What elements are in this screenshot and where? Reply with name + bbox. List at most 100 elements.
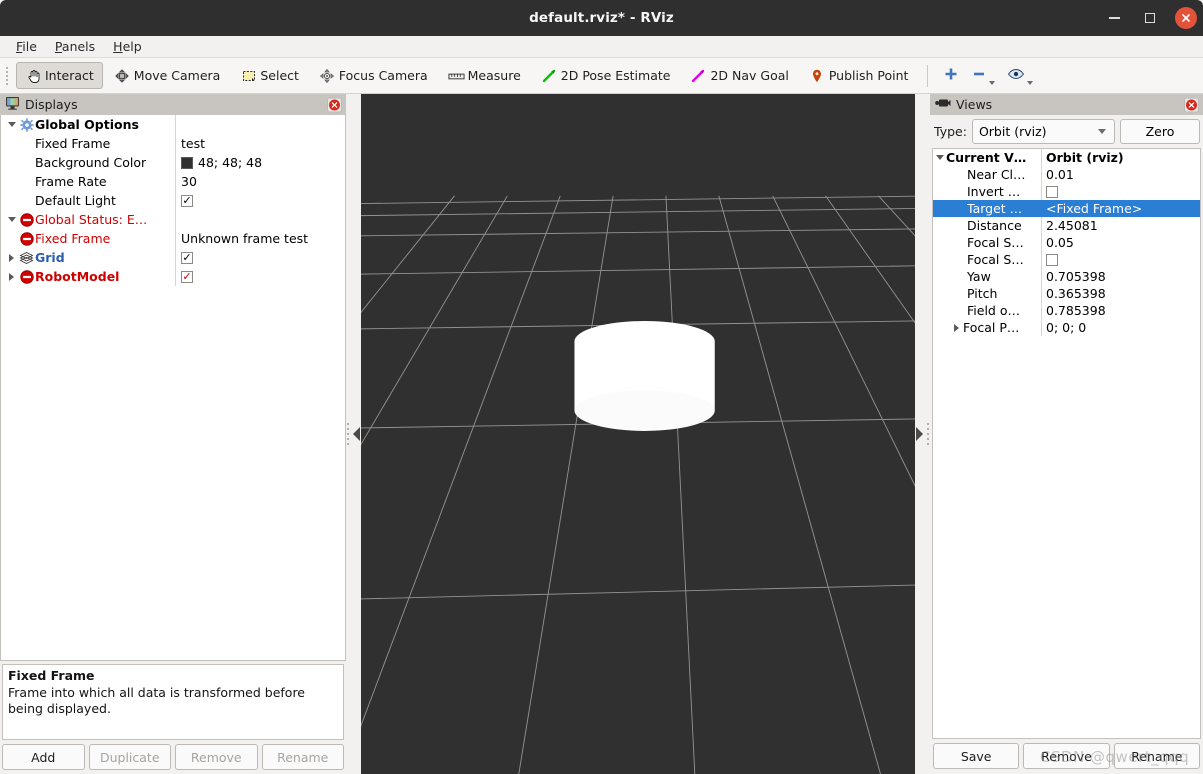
twisty-right-icon[interactable] <box>950 323 963 332</box>
collapse-left-arrow-icon[interactable] <box>353 427 360 441</box>
tool-visibility[interactable] <box>1002 62 1038 89</box>
views-type-select[interactable]: Orbit (rviz) <box>971 119 1115 144</box>
views-row-value[interactable]: 0.01 <box>1046 167 1074 182</box>
toolbar-grip[interactable] <box>4 65 11 87</box>
views-row-target-frame[interactable]: Target … <Fixed Frame> <box>933 200 1200 217</box>
rename-view-button[interactable]: Rename <box>1113 743 1200 769</box>
tree-row-grid[interactable]: Grid ✓ <box>1 248 345 267</box>
views-row-value[interactable]: 0.05 <box>1046 235 1074 250</box>
views-row-value[interactable]: 2.45081 <box>1046 218 1098 233</box>
add-display-button[interactable]: Add <box>2 744 85 770</box>
default-light-checkbox[interactable]: ✓ <box>181 194 193 207</box>
menu-panels[interactable]: Panels <box>47 37 103 56</box>
twisty-right-icon[interactable] <box>5 272 18 281</box>
tool-add[interactable] <box>938 62 964 89</box>
tree-row-global-options[interactable]: Global Options <box>1 115 345 134</box>
tree-value[interactable]: test <box>181 136 205 151</box>
tree-row-robotmodel[interactable]: RobotModel ✓ <box>1 267 345 286</box>
views-row-value[interactable]: 0.365398 <box>1046 286 1106 301</box>
views-row-focal-shape-fixed[interactable]: Focal S… <box>933 251 1200 268</box>
views-row-focal-shape-size[interactable]: Focal S… 0.05 <box>933 234 1200 251</box>
displays-panel-close-button[interactable] <box>327 97 342 112</box>
menu-file-rest: ile <box>22 39 37 54</box>
displays-help-box: Fixed Frame Frame into which all data is… <box>2 664 344 740</box>
views-row-value[interactable]: <Fixed Frame> <box>1046 201 1142 216</box>
tree-value <box>175 210 345 229</box>
tree-row-default-light[interactable]: Default Light ✓ <box>1 191 345 210</box>
views-row-value[interactable]: 0; 0; 0 <box>1046 320 1086 335</box>
views-row-value[interactable]: 0.785398 <box>1046 303 1106 318</box>
tree-row-background-color[interactable]: Background Color 48; 48; 48 <box>1 153 345 172</box>
tree-row-fixed-frame[interactable]: Fixed Frame test <box>1 134 345 153</box>
tool-remove[interactable] <box>966 62 1000 89</box>
tree-label: Grid <box>35 250 65 265</box>
tool-publish-point[interactable]: Publish Point <box>800 62 918 89</box>
displays-tree[interactable]: Global Options Fixed Frame test Backgrou… <box>0 115 346 661</box>
save-view-button[interactable]: Save <box>933 743 1020 769</box>
tree-value[interactable]: 30 <box>181 174 197 189</box>
tool-move-camera[interactable]: Move Camera <box>105 62 230 89</box>
color-swatch[interactable] <box>181 156 193 169</box>
close-button[interactable] <box>1175 7 1197 29</box>
tree-row-status-fixed-frame[interactable]: Fixed Frame Unknown frame test <box>1 229 345 248</box>
tree-value[interactable]: 48; 48; 48 <box>198 155 262 170</box>
views-row-current-view[interactable]: Current V… Orbit (rviz) <box>933 149 1200 166</box>
remove-view-button[interactable]: Remove <box>1023 743 1110 769</box>
views-row-pitch[interactable]: Pitch 0.365398 <box>933 285 1200 302</box>
main-toolbar: Interact Move Camera Select Focus Camera… <box>0 58 1203 94</box>
tree-row-frame-rate[interactable]: Frame Rate 30 <box>1 172 345 191</box>
grid-enabled-checkbox[interactable]: ✓ <box>181 251 193 264</box>
twisty-down-icon[interactable] <box>933 155 946 160</box>
views-tree[interactable]: Current V… Orbit (rviz) Near Cl… 0.01 In… <box>932 148 1201 739</box>
remove-display-button[interactable]: Remove <box>175 744 258 770</box>
twisty-down-icon[interactable] <box>5 122 18 127</box>
chevron-down-icon <box>1098 129 1106 134</box>
menu-file[interactable]: File <box>8 37 45 56</box>
duplicate-display-button[interactable]: Duplicate <box>88 744 171 770</box>
tree-label: Global Options <box>35 117 139 132</box>
tool-measure[interactable]: Measure <box>439 62 530 89</box>
views-panel-close-button[interactable] <box>1184 97 1199 112</box>
zero-button[interactable]: Zero <box>1120 119 1200 144</box>
views-row-yaw[interactable]: Yaw 0.705398 <box>933 268 1200 285</box>
tool-interact[interactable]: Interact <box>16 62 103 89</box>
minimize-button[interactable] <box>1103 7 1125 29</box>
views-row-field-of-view[interactable]: Field o… 0.785398 <box>933 302 1200 319</box>
views-row-value[interactable]: 0.705398 <box>1046 269 1106 284</box>
tool-2d-nav-goal[interactable]: 2D Nav Goal <box>681 62 797 89</box>
close-icon <box>1186 99 1197 110</box>
left-splitter[interactable] <box>346 94 361 774</box>
twisty-down-icon[interactable] <box>5 217 18 222</box>
tool-2d-pose-estimate[interactable]: 2D Pose Estimate <box>532 62 680 89</box>
views-row-label: Focal P… <box>963 320 1020 335</box>
left-splitter-handle[interactable] <box>347 423 360 445</box>
views-button-row: Save Remove Rename <box>930 739 1203 774</box>
help-title: Fixed Frame <box>8 668 95 683</box>
tool-focus-camera[interactable]: Focus Camera <box>310 62 437 89</box>
robotmodel-enabled-checkbox[interactable]: ✓ <box>181 270 193 283</box>
right-splitter[interactable] <box>915 94 930 774</box>
tool-focus-camera-label: Focus Camera <box>338 68 428 83</box>
views-type-row: Type: Orbit (rviz) Zero <box>930 115 1203 148</box>
tree-row-global-status[interactable]: Global Status: E… <box>1 210 345 229</box>
right-splitter-handle[interactable] <box>916 423 929 445</box>
views-row-focal-point[interactable]: Focal P… 0; 0; 0 <box>933 319 1200 336</box>
maximize-button[interactable] <box>1139 7 1161 29</box>
focal-shape-fixed-checkbox[interactable] <box>1046 253 1058 266</box>
views-row-near-clip[interactable]: Near Cl… 0.01 <box>933 166 1200 183</box>
map-pin-icon <box>809 67 826 84</box>
menu-help-rest: elp <box>122 39 142 54</box>
tree-label: Fixed Frame <box>35 136 111 151</box>
rename-display-button[interactable]: Rename <box>261 744 344 770</box>
tool-2d-pose-estimate-label: 2D Pose Estimate <box>560 68 671 83</box>
displays-button-row: Add Duplicate Remove Rename <box>0 742 346 774</box>
views-row-invert[interactable]: Invert … <box>933 183 1200 200</box>
tool-select[interactable]: Select <box>231 62 308 89</box>
collapse-right-arrow-icon[interactable] <box>916 427 923 441</box>
render-viewport[interactable] <box>361 94 915 774</box>
twisty-right-icon[interactable] <box>5 253 18 262</box>
invert-checkbox[interactable] <box>1046 185 1058 198</box>
views-row-distance[interactable]: Distance 2.45081 <box>933 217 1200 234</box>
tool-select-label: Select <box>260 68 299 83</box>
menu-help[interactable]: Help <box>105 37 150 56</box>
